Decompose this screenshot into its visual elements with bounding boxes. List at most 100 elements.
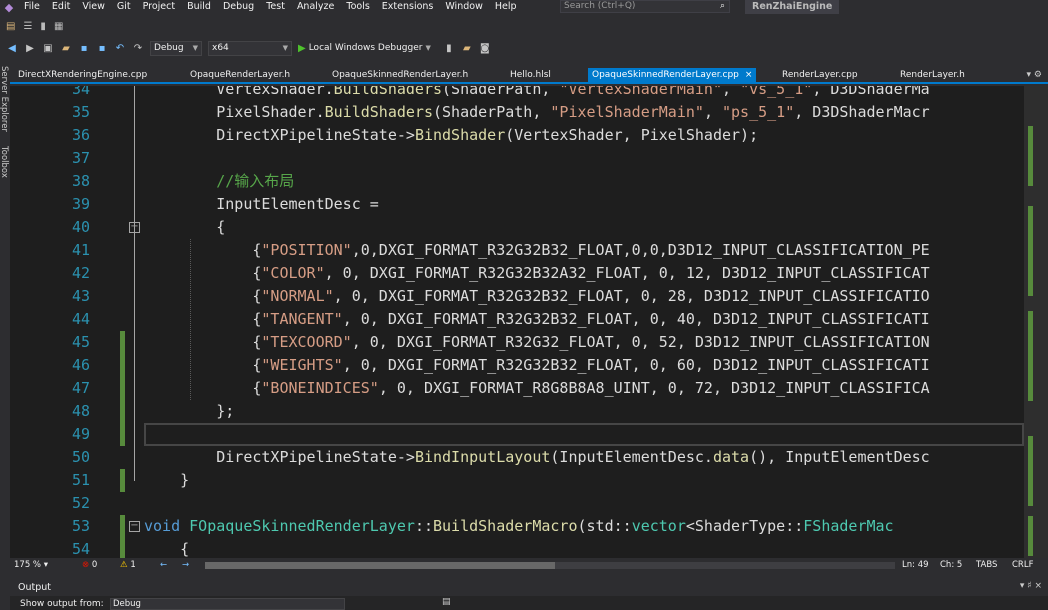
screenshot-icon[interactable]: ◙: [479, 43, 491, 54]
change-marker: [120, 423, 125, 446]
line-number: 43: [71, 287, 90, 305]
code-token: //输入布局: [216, 172, 295, 190]
indent-mode[interactable]: TABS: [976, 560, 997, 570]
tab-directxrenderingengine-cpp[interactable]: DirectXRenderingEngine.cpp: [18, 68, 147, 82]
tab-hello-hlsl[interactable]: Hello.hlsl: [510, 68, 551, 82]
vertical-scrollbar[interactable]: [1024, 86, 1048, 558]
line-ending[interactable]: CRLF: [1012, 560, 1033, 570]
menu-item-view[interactable]: View: [76, 0, 111, 14]
secondary-toolbar: ▤ ☰ ▮ ▦: [0, 16, 1048, 36]
menu-item-build[interactable]: Build: [181, 0, 217, 14]
search-icon[interactable]: ⌕: [720, 1, 725, 12]
browse-icon[interactable]: ▰: [461, 43, 473, 54]
horizontal-scrollbar[interactable]: [205, 562, 895, 569]
navigate-back-icon[interactable]: ←: [160, 560, 167, 570]
scrollbar-thumb[interactable]: [205, 562, 555, 569]
main-toolbar: ◀ ▶ ▣ ▰ ▪ ▪ ↶ ↷ Debug ▼ x64 ▼ ▶ Local Wind…: [0, 38, 1048, 58]
close-icon[interactable]: ×: [745, 70, 753, 80]
column-indicator: Ch: 5: [940, 560, 963, 570]
forward-icon[interactable]: ▶: [24, 43, 36, 54]
bookmark-icon[interactable]: ▮: [40, 21, 46, 32]
code-line[interactable]: void FOpaqueSkinnedRenderLayer::BuildSha…: [144, 515, 894, 538]
solution-name: RenZhaiEngine: [745, 0, 840, 14]
undo-icon[interactable]: ↶: [114, 43, 126, 54]
attach-icon[interactable]: ▮: [443, 43, 455, 54]
open-file-icon[interactable]: ▰: [60, 43, 72, 54]
code-token: (ShaderPath,: [433, 103, 551, 121]
panel-pin-icon[interactable]: ▾ ♯ ×: [1020, 581, 1042, 591]
code-line[interactable]: {"NORMAL", 0, DXGI_FORMAT_R32G32B32_FLOA…: [144, 285, 929, 308]
code-token: BindInputLayout: [414, 448, 551, 466]
zoom-level[interactable]: 175 % ▾: [14, 560, 48, 570]
code-line[interactable]: {: [144, 538, 189, 558]
menu-item-test[interactable]: Test: [260, 0, 291, 14]
menu-item-analyze[interactable]: Analyze: [291, 0, 340, 14]
clear-output-icon[interactable]: ▤: [442, 597, 451, 607]
code-editor[interactable]: 34 35 36 37 38 39 40 41 42 43 44 45 46 47 48 49 50 51 52 53…: [10, 86, 1048, 558]
code-line[interactable]: DirectXPipelineState->BindShader(VertexS…: [144, 124, 758, 147]
tab-opaqueskinnedrenderlayer-h[interactable]: OpaqueSkinnedRenderLayer.h: [332, 68, 468, 82]
code-token: ::: [414, 517, 433, 535]
code-line[interactable]: {"WEIGHTS", 0, DXGI_FORMAT_R32G32B32_FLO…: [144, 354, 929, 377]
code-line[interactable]: VertexShader.BuildShaders(ShaderPath, "V…: [144, 86, 929, 101]
output-title: Output: [18, 582, 51, 593]
warning-indicator[interactable]: ⚠ 1: [120, 560, 136, 570]
tab-opaqueskinnedrenderlayer-cpp[interactable]: OpaqueSkinnedRenderLayer.cpp ×: [588, 68, 757, 82]
menu-item-edit[interactable]: Edit: [46, 0, 76, 14]
code-line[interactable]: {"TANGENT", 0, DXGI_FORMAT_R32G32B32_FLO…: [144, 308, 929, 331]
menu-item-help[interactable]: Help: [489, 0, 523, 14]
code-line[interactable]: //输入布局: [144, 170, 294, 193]
code-line[interactable]: {"POSITION",0,DXGI_FORMAT_R32G32B32_FLOA…: [144, 239, 929, 262]
code-line[interactable]: PixelShader.BuildShaders(ShaderPath, "Pi…: [144, 101, 929, 124]
code-line[interactable]: {: [144, 216, 225, 239]
back-icon[interactable]: ◀: [6, 43, 18, 54]
platform-dropdown[interactable]: x64 ▼: [208, 40, 292, 56]
output-source-dropdown[interactable]: Debug: [110, 598, 345, 610]
menu-item-file[interactable]: File: [18, 0, 46, 14]
error-indicator[interactable]: ⊗ 0: [82, 560, 97, 570]
start-debugging-button[interactable]: ▶ Local Windows Debugger ▼: [298, 43, 431, 54]
save-all-icon[interactable]: ▪: [96, 43, 108, 54]
tab-renderlayer-h[interactable]: RenderLayer.h: [900, 68, 965, 82]
code-line[interactable]: InputElementDesc =: [144, 193, 379, 216]
server-explorer-tab[interactable]: Server Explorer: [0, 66, 9, 132]
tab-opaquerenderlayer-h[interactable]: OpaqueRenderLayer.h: [190, 68, 290, 82]
configuration-dropdown[interactable]: Debug ▼: [150, 40, 202, 56]
tab-renderlayer-cpp[interactable]: RenderLayer.cpp: [782, 68, 858, 82]
code-token: vector: [631, 517, 686, 535]
code-token: {: [180, 540, 190, 558]
code-token: "COLOR": [261, 264, 325, 282]
save-icon[interactable]: ▪: [78, 43, 90, 54]
show-output-label: Show output from:: [20, 599, 104, 609]
code-line[interactable]: {"COLOR", 0, DXGI_FORMAT_R32G32B32A32_FL…: [144, 262, 929, 285]
code-line[interactable]: DirectXPipelineState->BindInputLayout(In…: [144, 446, 929, 469]
search-input[interactable]: Search (Ctrl+Q) ⌕: [560, 0, 730, 13]
list-icon[interactable]: ☰: [23, 21, 32, 32]
redo-icon[interactable]: ↷: [132, 43, 144, 54]
code-line[interactable]: {"TEXCOORD", 0, DXGI_FORMAT_R32G32_FLOAT…: [144, 331, 930, 354]
collapse-icon[interactable]: −: [129, 521, 140, 532]
new-project-icon[interactable]: ▣: [42, 43, 54, 54]
menu-item-debug[interactable]: Debug: [217, 0, 260, 14]
navigate-forward-icon[interactable]: →: [182, 560, 189, 570]
current-line-highlight: [144, 423, 1024, 446]
line-number: 38: [71, 172, 90, 190]
toolbox-tab[interactable]: Toolbox: [0, 146, 9, 178]
open-folder-icon[interactable]: ▤: [6, 21, 15, 32]
menu-item-extensions[interactable]: Extensions: [376, 0, 440, 14]
tab-overflow-icon[interactable]: ▾ ⚙: [1027, 68, 1042, 82]
menu-item-window[interactable]: Window: [439, 0, 488, 14]
code-token: , 0, DXGI_FORMAT_R32G32_FLOAT, 0, 52, D3…: [351, 333, 930, 351]
code-line[interactable]: };: [144, 400, 234, 423]
code-token: (ShaderPath,: [442, 86, 560, 98]
menu-item-project[interactable]: Project: [137, 0, 182, 14]
code-line[interactable]: }: [144, 469, 189, 492]
menu-item-tools[interactable]: Tools: [340, 0, 375, 14]
menu-item-git[interactable]: Git: [111, 0, 137, 14]
format-icon[interactable]: ▦: [54, 21, 63, 32]
code-line[interactable]: {"BONEINDICES", 0, DXGI_FORMAT_R8G8B8A8_…: [144, 377, 929, 400]
